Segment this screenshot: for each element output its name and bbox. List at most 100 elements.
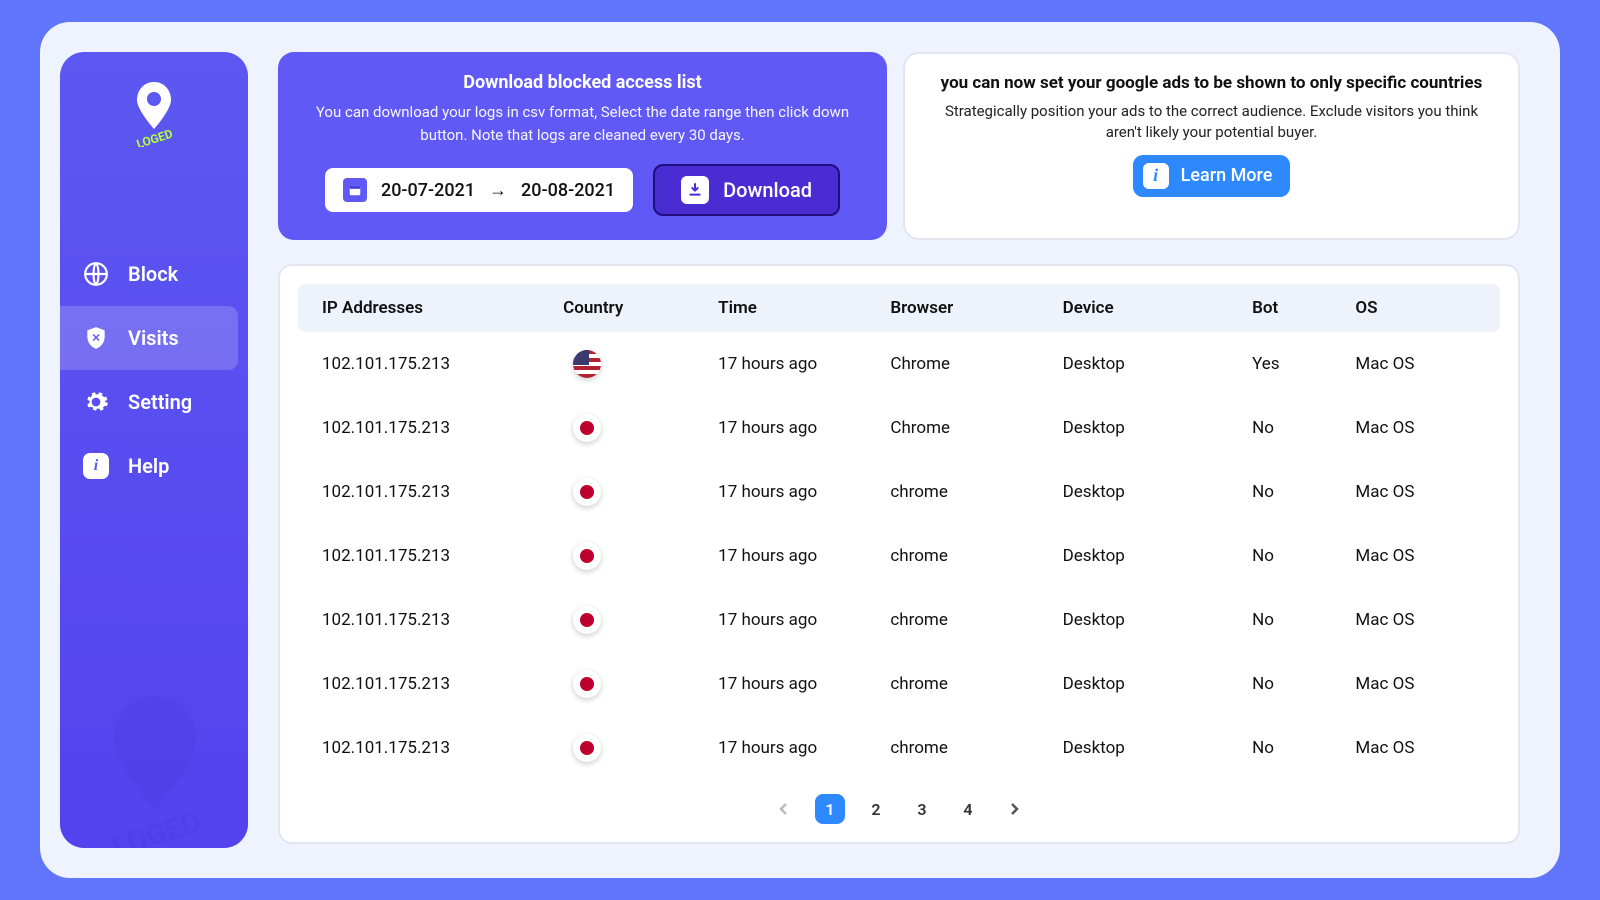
download-icon	[681, 176, 709, 204]
cell-country	[563, 606, 718, 634]
cell-ip: 102.101.175.213	[322, 674, 563, 694]
svg-text:✕: ✕	[91, 331, 100, 344]
cell-os: Mac OS	[1355, 354, 1476, 374]
cell-device: Desktop	[1063, 354, 1252, 374]
info-icon: i	[82, 452, 110, 480]
cell-time: 17 hours ago	[718, 546, 890, 566]
cell-os: Mac OS	[1355, 674, 1476, 694]
page-1[interactable]: 1	[815, 794, 845, 824]
pagination: 1234	[298, 794, 1500, 824]
main: Download blocked access list You can dow…	[248, 22, 1560, 878]
col-browser: Browser	[890, 298, 1062, 318]
arrow-right-icon: →	[489, 180, 507, 201]
col-os: OS	[1355, 298, 1476, 318]
cell-device: Desktop	[1063, 610, 1252, 630]
table-header: IP Addresses Country Time Browser Device…	[298, 284, 1500, 332]
shield-icon: ✕	[82, 324, 110, 352]
cell-ip: 102.101.175.213	[322, 738, 563, 758]
cell-ip: 102.101.175.213	[322, 610, 563, 630]
download-title: Download blocked access list	[306, 72, 859, 93]
cell-browser: chrome	[890, 674, 1062, 694]
page-3[interactable]: 3	[907, 794, 937, 824]
nav-label: Visits	[128, 326, 179, 350]
date-range-picker[interactable]: 20-07-2021 → 20-08-2021	[325, 168, 633, 212]
promo-card: you can now set your google ads to be sh…	[903, 52, 1520, 240]
table-row[interactable]: 102.101.175.213 17 hours agochromeDesktop…	[298, 716, 1500, 780]
flag-icon	[573, 478, 601, 506]
sidebar: LOGED Block ✕ Visits Setting	[60, 52, 248, 848]
download-desc: You can download your logs in csv format…	[306, 101, 859, 146]
cell-os: Mac OS	[1355, 610, 1476, 630]
cell-os: Mac OS	[1355, 546, 1476, 566]
table-row[interactable]: 102.101.175.21317 hours agochromeDesktop…	[298, 588, 1500, 652]
cell-device: Desktop	[1063, 546, 1252, 566]
flag-icon	[573, 414, 601, 442]
table-row[interactable]: 102.101.175.213 17 hours agoChromeDesktop…	[298, 332, 1500, 396]
download-button[interactable]: Download	[653, 164, 840, 216]
cell-bot: No	[1252, 738, 1355, 758]
cell-os: Mac OS	[1355, 738, 1476, 758]
col-country: Country	[563, 298, 718, 318]
cell-time: 17 hours ago	[718, 482, 890, 502]
table-row[interactable]: 102.101.175.21317 hours agoChromeDesktop…	[298, 396, 1500, 460]
cell-bot: No	[1252, 674, 1355, 694]
download-card: Download blocked access list You can dow…	[278, 52, 887, 240]
cell-browser: chrome	[890, 738, 1062, 758]
calendar-icon	[343, 178, 367, 202]
sidebar-item-setting[interactable]: Setting	[60, 370, 248, 434]
table-row[interactable]: 102.101.175.21317 hours agochromeDesktop…	[298, 652, 1500, 716]
sidebar-item-block[interactable]: Block	[60, 242, 248, 306]
col-time: Time	[718, 298, 890, 318]
bg-logo-watermark: LOGED	[70, 684, 240, 848]
page-4[interactable]: 4	[953, 794, 983, 824]
nav-label: Help	[128, 454, 169, 478]
globe-icon	[82, 260, 110, 288]
download-button-label: Download	[723, 178, 812, 202]
flag-icon	[573, 542, 601, 570]
promo-desc: Strategically position your ads to the c…	[935, 101, 1488, 143]
cell-ip: 102.101.175.213	[322, 418, 563, 438]
cell-browser: Chrome	[890, 418, 1062, 438]
cell-device: Desktop	[1063, 738, 1252, 758]
cell-time: 17 hours ago	[718, 354, 890, 374]
visits-table-card: IP Addresses Country Time Browser Device…	[278, 264, 1520, 844]
app-shell: LOGED Block ✕ Visits Setting	[40, 22, 1560, 878]
cell-browser: chrome	[890, 482, 1062, 502]
table-row[interactable]: 102.101.175.213 17 hours agochromeDesktop…	[298, 524, 1500, 588]
cell-browser: chrome	[890, 546, 1062, 566]
cell-country	[563, 670, 718, 698]
sidebar-item-help[interactable]: i Help	[60, 434, 248, 498]
svg-text:LOGED: LOGED	[135, 126, 175, 147]
page-2[interactable]: 2	[861, 794, 891, 824]
cell-browser: Chrome	[890, 354, 1062, 374]
info-icon: i	[1143, 163, 1169, 189]
learn-more-label: Learn More	[1181, 165, 1273, 186]
cell-bot: Yes	[1252, 354, 1355, 374]
cell-time: 17 hours ago	[718, 610, 890, 630]
cell-country	[563, 350, 718, 378]
cell-ip: 102.101.175.213	[322, 546, 563, 566]
cell-bot: No	[1252, 482, 1355, 502]
visits-table: IP Addresses Country Time Browser Device…	[298, 284, 1500, 780]
nav-label: Block	[128, 262, 178, 286]
cell-ip: 102.101.175.213	[322, 354, 563, 374]
cell-time: 17 hours ago	[718, 738, 890, 758]
nav: Block ✕ Visits Setting i Help	[60, 242, 248, 498]
learn-more-button[interactable]: i Learn More	[1133, 155, 1291, 197]
gear-icon	[82, 388, 110, 416]
page-next[interactable]	[999, 794, 1029, 824]
col-bot: Bot	[1252, 298, 1355, 318]
date-to: 20-08-2021	[521, 180, 615, 201]
page-prev[interactable]	[769, 794, 799, 824]
flag-icon	[573, 606, 601, 634]
table-row[interactable]: 102.101.175.21317 hours agochromeDesktop…	[298, 460, 1500, 524]
sidebar-item-visits[interactable]: ✕ Visits	[60, 306, 238, 370]
cell-time: 17 hours ago	[718, 418, 890, 438]
cell-country	[563, 414, 718, 442]
cell-country	[563, 734, 718, 762]
top-cards: Download blocked access list You can dow…	[278, 52, 1520, 240]
cell-bot: No	[1252, 418, 1355, 438]
promo-title: you can now set your google ads to be sh…	[935, 72, 1488, 95]
date-from: 20-07-2021	[381, 180, 475, 201]
cell-os: Mac OS	[1355, 482, 1476, 502]
